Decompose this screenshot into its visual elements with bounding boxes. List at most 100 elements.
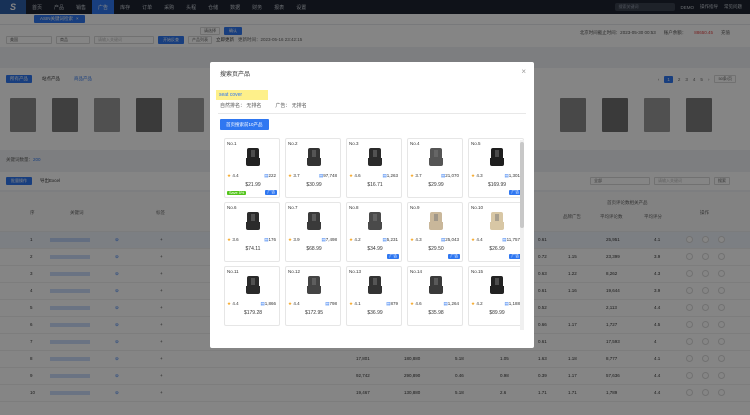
product-image[interactable]	[426, 274, 446, 296]
product-image[interactable]	[426, 210, 446, 232]
product-rank: No.5	[471, 141, 481, 146]
product-card[interactable]: No.9 ★ 4.3 ▤25,043 $29.50 广告	[407, 202, 463, 262]
product-price: $36.99	[367, 310, 383, 316]
product-card[interactable]: No.3 ★ 4.6 ▤1,263 $16.71	[346, 138, 402, 198]
star-icon: ★	[227, 301, 232, 306]
product-reviews: ▤21,070	[440, 173, 459, 178]
star-icon: ★	[471, 301, 476, 306]
product-image[interactable]	[365, 210, 385, 232]
star-icon: ★	[288, 237, 293, 242]
product-image[interactable]	[304, 210, 324, 232]
product-rank: No.4	[410, 141, 420, 146]
product-price: $34.99	[367, 246, 383, 252]
product-rank: No.1	[227, 141, 237, 146]
product-rating: ★ 4.6	[349, 173, 361, 178]
product-rank: No.11	[227, 269, 239, 274]
product-price: $26.99	[489, 246, 505, 252]
keyword-highlight: seat cover	[216, 90, 268, 100]
product-card[interactable]: No.15 ★ 4.2 ▤1,188 $89.99	[468, 266, 524, 326]
product-price: $16.71	[367, 182, 383, 188]
product-reviews: ▤1,263	[382, 173, 398, 178]
product-reviews: ▤1,264	[443, 301, 459, 306]
product-rating: ★ 4.3	[410, 237, 422, 242]
product-rating: ★ 4.4	[471, 237, 483, 242]
search-products-modal: 搜索页产品 × seat cover 自然排名： 无排名 广告： 无排名 首页搜…	[210, 62, 534, 348]
product-card[interactable]: No.4 ★ 3.7 ▤21,070 $29.99	[407, 138, 463, 198]
product-image[interactable]	[243, 146, 263, 168]
product-card[interactable]: No.2 ★ 3.7 ▤97,748 $30.99	[285, 138, 341, 198]
product-price: $169.99	[487, 182, 507, 188]
product-image[interactable]	[487, 210, 507, 232]
product-card[interactable]: No.1 ★ 4.4 ▤222 $21.99 Save 5% 广告	[224, 138, 280, 198]
product-reviews: ▤1,866	[260, 301, 276, 306]
star-icon: ★	[349, 173, 354, 178]
product-image[interactable]	[426, 146, 446, 168]
star-icon: ★	[227, 173, 232, 178]
product-price: $89.99	[489, 310, 505, 316]
product-reviews: ▤97,748	[318, 173, 337, 178]
product-rank: No.6	[227, 205, 237, 210]
modal-title: 搜索页产品	[220, 72, 251, 78]
star-icon: ★	[410, 301, 415, 306]
ad-badge: 广告	[448, 254, 460, 259]
product-image[interactable]	[365, 146, 385, 168]
product-card[interactable]: No.8 ★ 4.2 ▤5,231 $34.99 广告	[346, 202, 402, 262]
product-card[interactable]: No.7 ★ 3.9 ▤7,498 $68.99	[285, 202, 341, 262]
product-image[interactable]	[243, 210, 263, 232]
product-card[interactable]: No.5 ★ 4.3 ▤1,301 $169.99 广告	[468, 138, 524, 198]
divider	[218, 113, 526, 114]
product-rating: ★ 4.2	[349, 237, 361, 242]
product-rating: ★ 4.2	[471, 301, 483, 306]
product-image[interactable]	[304, 274, 324, 296]
product-rating: ★ 3.6	[227, 237, 239, 242]
ad-badge: 广告	[387, 254, 399, 259]
product-price: $179.28	[243, 310, 263, 316]
product-card[interactable]: No.6 ★ 3.6 ▤176 $74.11	[224, 202, 280, 262]
star-icon: ★	[288, 301, 293, 306]
product-rating: ★ 3.7	[410, 173, 422, 178]
product-rating: ★ 4.1	[349, 301, 361, 306]
star-icon: ★	[349, 237, 354, 242]
product-price: $172.95	[304, 310, 324, 316]
product-image[interactable]	[487, 146, 507, 168]
product-reviews: ▤798	[325, 301, 337, 306]
product-card[interactable]: No.14 ★ 4.6 ▤1,264 $35.98	[407, 266, 463, 326]
star-icon: ★	[410, 173, 415, 178]
product-rank: No.14	[410, 269, 423, 274]
product-grid: No.1 ★ 4.4 ▤222 $21.99 Save 5% 广告 No.2 ★ 3.7 ▤97…	[224, 138, 524, 348]
close-icon[interactable]: ×	[521, 67, 526, 76]
product-card[interactable]: No.13 ★ 4.1 ▤879 $36.99	[346, 266, 402, 326]
product-rank: No.13	[349, 269, 362, 274]
modal-scrollbar-thumb[interactable]	[520, 142, 524, 228]
product-card[interactable]: No.11 ★ 4.4 ▤1,866 $179.28	[224, 266, 280, 326]
product-reviews: ▤25,043	[440, 237, 459, 242]
product-rating: ★ 4.4	[227, 173, 239, 178]
product-reviews: ▤5,231	[382, 237, 398, 242]
rank-info: 自然排名： 无排名 广告： 无排名	[220, 102, 307, 109]
ad-badge: 广告	[265, 190, 277, 195]
product-rank: No.2	[288, 141, 298, 146]
product-reviews: ▤1,188	[504, 301, 520, 306]
product-price: $29.50	[428, 246, 444, 252]
product-rank: No.8	[349, 205, 359, 210]
product-rank: No.9	[410, 205, 420, 210]
product-rating: ★ 4.4	[288, 301, 300, 306]
product-reviews: ▤1,301	[504, 173, 520, 178]
star-icon: ★	[471, 237, 476, 242]
product-rank: No.7	[288, 205, 298, 210]
product-image[interactable]	[487, 274, 507, 296]
product-rating: ★ 3.7	[288, 173, 300, 178]
product-reviews: ▤879	[386, 301, 398, 306]
star-icon: ★	[349, 301, 354, 306]
natural-rank: 自然排名： 无排名	[220, 103, 262, 109]
product-price: $21.99	[245, 182, 261, 188]
product-image[interactable]	[243, 274, 263, 296]
product-reviews: ▤176	[264, 237, 276, 242]
product-card[interactable]: No.10 ★ 4.4 ▤11,757 $26.99 广告	[468, 202, 524, 262]
top10-products-button[interactable]: 首页搜索前10产品	[220, 119, 269, 130]
discount-badge: Save 5%	[227, 191, 247, 195]
product-image[interactable]	[304, 146, 324, 168]
product-rank: No.15	[471, 269, 484, 274]
product-image[interactable]	[365, 274, 385, 296]
product-card[interactable]: No.12 ★ 4.4 ▤798 $172.95	[285, 266, 341, 326]
